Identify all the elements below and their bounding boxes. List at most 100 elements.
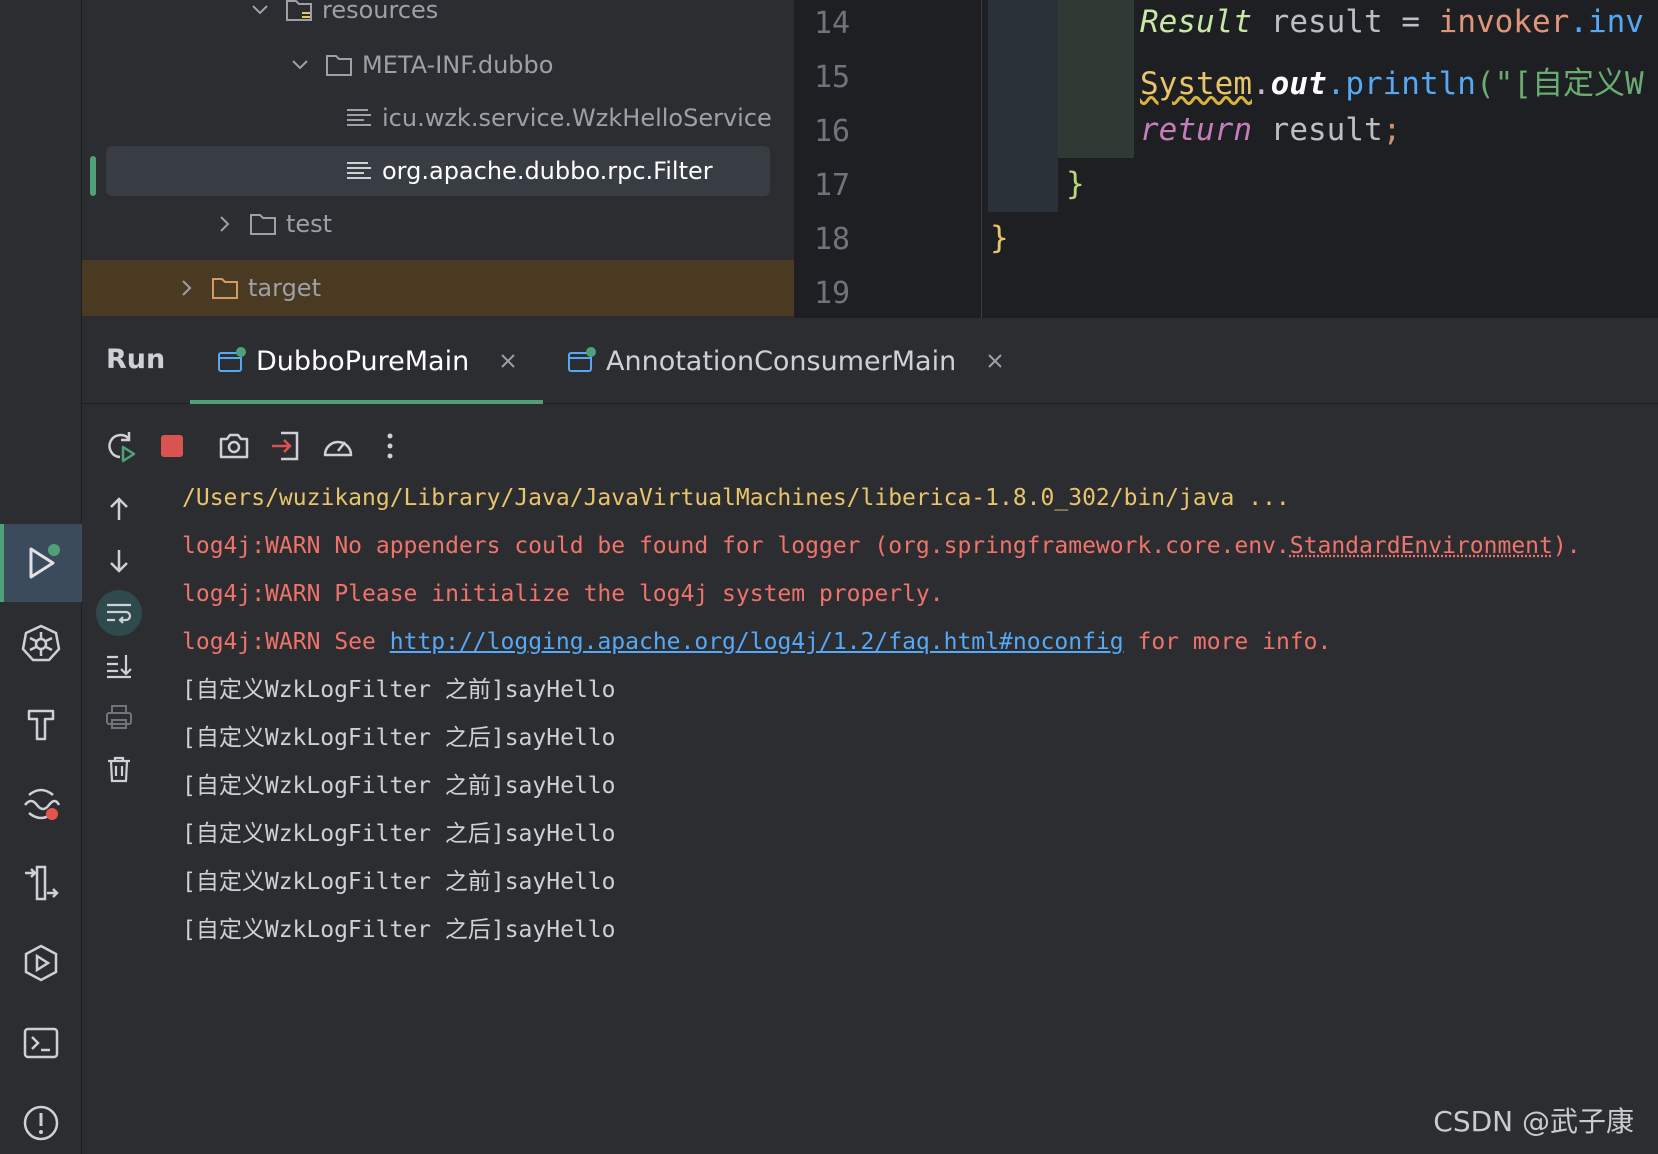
- close-icon[interactable]: [986, 352, 1004, 370]
- exit-button[interactable]: [268, 428, 304, 464]
- more-icon: [387, 433, 393, 459]
- console-output[interactable]: /Users/wuzikang/Library/Java/JavaVirtual…: [182, 474, 1581, 954]
- stop-button[interactable]: [154, 428, 190, 464]
- close-icon[interactable]: [499, 352, 517, 370]
- watermark: CSDN @武子康: [1433, 1105, 1634, 1138]
- build-icon: [27, 709, 55, 741]
- tab-dubbopuremain[interactable]: DubboPureMain: [190, 318, 544, 404]
- code-token: ("[自定义W: [1475, 66, 1644, 102]
- coverage-icon: [323, 440, 353, 457]
- soft-wrap-toggle[interactable]: [96, 590, 142, 636]
- exit-icon: [272, 431, 299, 461]
- run-tool-window: Run DubboPureMain AnnotationConsumerMain: [82, 318, 1658, 1154]
- tab-label: AnnotationConsumerMain: [606, 345, 957, 377]
- scroll-down-icon: [110, 550, 128, 573]
- code-token: .inv: [1569, 4, 1644, 40]
- stop-icon: [161, 435, 183, 457]
- tree-item-label: target: [248, 274, 321, 302]
- excluded-folder-icon: [212, 278, 238, 299]
- code-line-16: return result;: [1140, 112, 1401, 148]
- tree-item-label: META-INF.dubbo: [362, 51, 554, 79]
- tree-item-filter[interactable]: org.apache.dubbo.rpc.Filter: [82, 143, 794, 199]
- console-text: StandardEnvironment: [1289, 533, 1553, 559]
- console-text: log4j:WARN See: [182, 629, 390, 655]
- tree-item-wzkhelloservice[interactable]: icu.wzk.service.WzkHelloService: [82, 90, 794, 146]
- console-command-line: /Users/wuzikang/Library/Java/JavaVirtual…: [182, 485, 1290, 511]
- console-link[interactable]: http://logging.apache.org/log4j/1.2/faq.…: [390, 629, 1124, 655]
- console-text: for more info.: [1123, 629, 1332, 655]
- scope-highlight: [988, 0, 1058, 212]
- code-line-17: }: [1066, 166, 1085, 202]
- tree-item-meta-inf-dubbo[interactable]: META-INF.dubbo: [82, 37, 794, 93]
- chevron-down-icon: [252, 5, 268, 15]
- scroll-end-icon: [107, 655, 132, 679]
- kubernetes-icon: [21, 624, 61, 662]
- tree-item-test[interactable]: test: [82, 196, 794, 252]
- screenshot-button[interactable]: [216, 428, 252, 464]
- terminal-tool-button[interactable]: [0, 1004, 82, 1082]
- services-icon: [24, 944, 58, 982]
- profiler-tool-button[interactable]: [0, 764, 82, 842]
- run-tool-button[interactable]: [0, 524, 82, 602]
- print-button[interactable]: [96, 694, 142, 740]
- more-options-button[interactable]: [372, 428, 408, 464]
- line-number-gutter: 14 15 16 17 18 19: [794, 0, 982, 318]
- code-line-18: }: [990, 220, 1009, 256]
- scroll-to-end-toggle[interactable]: [96, 642, 142, 688]
- console-warning-line: log4j:WARN Please initialize the log4j s…: [182, 581, 944, 607]
- soft-wrap-icon: [107, 603, 132, 624]
- next-occurrence-button[interactable]: [96, 538, 142, 584]
- tab-annotationconsumermain[interactable]: AnnotationConsumerMain: [540, 318, 1030, 404]
- code-token: return: [1140, 112, 1252, 148]
- scroll-up-icon: [110, 497, 128, 520]
- code-token: }: [1066, 166, 1085, 202]
- build-tool-button[interactable]: [0, 684, 82, 762]
- code-editor[interactable]: 14 15 16 17 18 19 Result result = invoke…: [794, 0, 1658, 318]
- services-tool-button[interactable]: [0, 924, 82, 1002]
- code-token: .: [1251, 66, 1271, 102]
- text-file-icon: [347, 109, 371, 126]
- git-tool-button[interactable]: [0, 844, 82, 922]
- folder-icon: [250, 214, 276, 235]
- console-output-line: [自定义WzkLogFilter 之后]sayHello: [182, 725, 616, 751]
- code-token: }: [990, 220, 1009, 256]
- tree-item-target[interactable]: target: [82, 260, 794, 316]
- code-token: invoker: [1438, 4, 1570, 40]
- trash-icon: [108, 756, 130, 783]
- console-output-line: [自定义WzkLogFilter 之后]sayHello: [182, 917, 616, 943]
- problems-icon: [23, 1105, 59, 1141]
- console-output-line: [自定义WzkLogFilter 之前]sayHello: [182, 773, 616, 799]
- app-window-icon: [218, 347, 246, 372]
- screenshot-icon: [219, 433, 249, 459]
- kubernetes-tool-button[interactable]: [0, 604, 82, 682]
- project-tree: resources META-INF.dubbo icu.wzk.service…: [82, 0, 794, 318]
- line-number: 16: [814, 114, 851, 149]
- code-token: Result: [1140, 4, 1252, 40]
- console-output-line: [自定义WzkLogFilter 之前]sayHello: [182, 869, 616, 895]
- git-icon: [25, 865, 59, 901]
- run-icon: [29, 544, 60, 579]
- clear-all-button[interactable]: [96, 746, 142, 792]
- chevron-down-icon: [292, 60, 308, 70]
- code-token: result: [1270, 4, 1383, 40]
- previous-occurrence-button[interactable]: [96, 486, 142, 532]
- selection-marker: [90, 156, 96, 196]
- console-warning-line: log4j:WARN See http://logging.apache.org…: [182, 618, 1581, 666]
- problems-tool-button[interactable]: [0, 1084, 82, 1154]
- run-tab-bar: Run DubboPureMain AnnotationConsumerMain: [82, 318, 1658, 404]
- console-warning-line: log4j:WARN No appenders could be found f…: [182, 522, 1581, 570]
- code-token: result: [1270, 112, 1383, 148]
- run-toolbar: [102, 426, 424, 466]
- console-text: ).: [1552, 533, 1581, 559]
- rerun-button[interactable]: [102, 428, 138, 464]
- folder-icon: [326, 55, 352, 76]
- profiler-icon: [24, 788, 61, 820]
- tool-window-strip: [0, 0, 82, 1154]
- tree-item-label: resources: [322, 0, 439, 24]
- run-panel-title: Run: [106, 344, 166, 375]
- line-number: 18: [814, 222, 851, 257]
- tree-item-resources[interactable]: resources: [82, 0, 794, 38]
- coverage-button[interactable]: [320, 428, 356, 464]
- rerun-icon: [108, 432, 136, 463]
- code-token: =: [1401, 4, 1420, 40]
